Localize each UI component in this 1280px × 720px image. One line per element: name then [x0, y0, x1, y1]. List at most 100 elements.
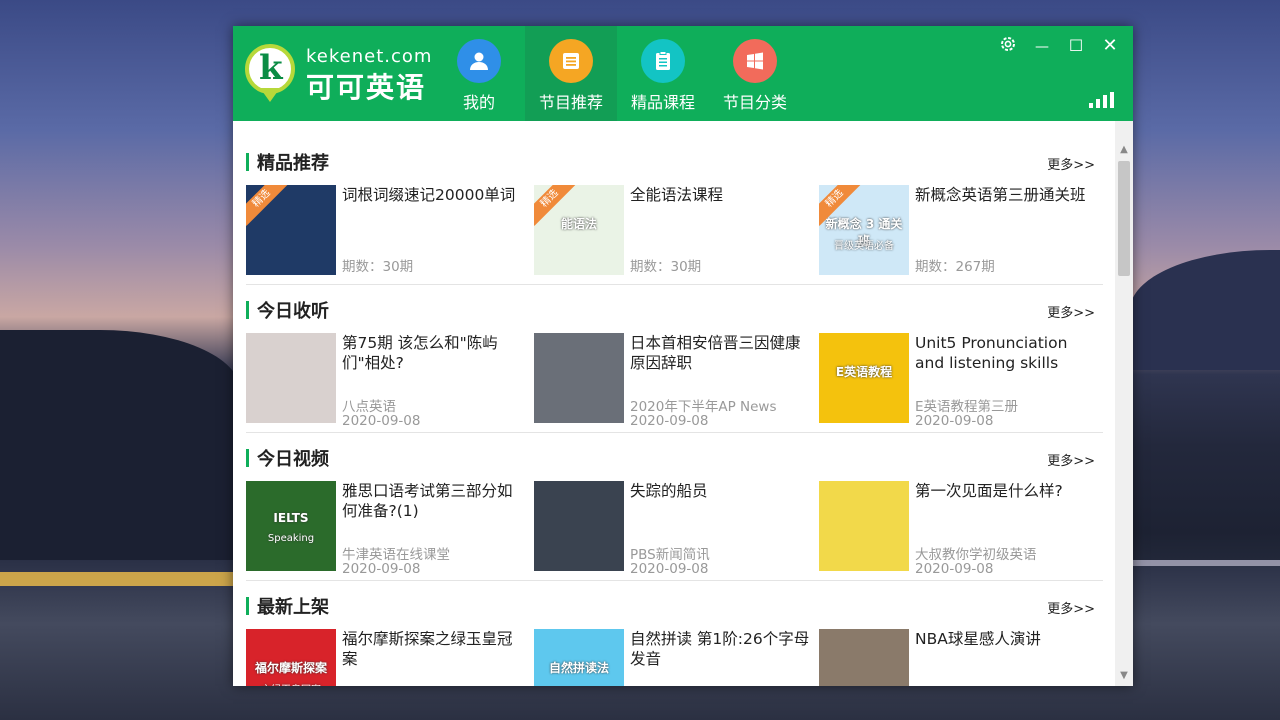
nav-item-courses[interactable]: 精品课程 — [617, 26, 709, 121]
signal-strength-icon — [1089, 92, 1115, 108]
thumbnail-caption: E英语教程 — [835, 365, 893, 379]
program-card[interactable]: 第一次见面是什么样? 大叔教你学初级英语 2020-09-08 — [819, 481, 1099, 577]
program-title: 词根词缀速记20000单词 — [342, 186, 516, 204]
desktop-sunset-reflection — [1133, 560, 1280, 566]
desktop-hill — [1130, 250, 1280, 370]
program-title: Unit5 Pronunciation and listening skills — [915, 334, 1068, 372]
scrollbar[interactable]: ▲ ▼ — [1115, 121, 1133, 686]
main-nav: 我的 节目推荐 精品课程 节目分类 — [433, 26, 801, 121]
program-source: 八点英语 — [342, 399, 396, 415]
program-title: 日本首相安倍晋三因健康原因辞职 — [630, 334, 801, 372]
program-source: 2020年下半年AP News — [630, 399, 777, 415]
scroll-up-arrow[interactable]: ▲ — [1115, 143, 1133, 157]
section-divider — [246, 284, 1103, 285]
program-card[interactable]: 能语法 精选 全能语法课程 期数：30期 — [534, 185, 814, 275]
episode-count: 期数：30期 — [630, 259, 702, 275]
more-link[interactable]: 更多>> — [1047, 154, 1095, 173]
section-accent-bar — [246, 597, 249, 615]
brand-domain: kekenet.com — [306, 46, 433, 67]
section-title: 精品推荐 — [257, 153, 329, 174]
program-title: 自然拼读 第1阶:26个字母发音 — [630, 630, 810, 668]
scroll-down-arrow[interactable]: ▼ — [1115, 669, 1133, 683]
section-header: 最新上架 更多>> — [246, 591, 1103, 621]
kekenet-logo: k — [245, 44, 297, 102]
section: 精品推荐 更多>> 精选 词根词缀速记20000单词期数：30期 能语法 精选 全能语法课程… — [246, 147, 1103, 295]
program-card[interactable]: 新概念 3 通关班 晋级英语必备 精选 新概念英语第三册通关班 期数：267期 — [819, 185, 1099, 275]
section-accent-bar — [246, 153, 249, 171]
desktop-sunset-reflection — [0, 572, 240, 586]
gear-icon — [1001, 37, 1015, 51]
program-thumbnail — [819, 481, 909, 571]
program-card[interactable]: 自然拼读法 自然拼读 第1阶:26个字母发音 — [534, 629, 814, 686]
program-card[interactable]: NBA球星感人演讲 — [819, 629, 1099, 686]
program-thumbnail — [534, 481, 624, 571]
app-window: k kekenet.com 可可英语 我的 节目推荐 精品课程 节目分类 — ☐… — [233, 26, 1133, 686]
program-card[interactable]: 第75期 该怎么和"陈屿们"相处? 八点英语 2020-09-08 — [246, 333, 526, 429]
section-title: 最新上架 — [257, 597, 329, 618]
section-divider — [246, 580, 1103, 581]
maximize-icon: ☐ — [1068, 36, 1084, 55]
program-thumbnail: 精选 — [246, 185, 336, 275]
program-card[interactable]: 失踪的船员 PBS新闻简讯 2020-09-08 — [534, 481, 814, 577]
minimize-icon: — — [1035, 39, 1049, 55]
program-date: 2020-09-08 — [915, 413, 994, 429]
program-date: 2020-09-08 — [630, 561, 709, 577]
program-card[interactable]: 精选 词根词缀速记20000单词 期数：30期 — [246, 185, 526, 275]
desktop-hill — [0, 330, 240, 590]
program-source: PBS新闻简讯 — [630, 547, 710, 563]
more-link[interactable]: 更多>> — [1047, 302, 1095, 321]
settings-button[interactable] — [995, 34, 1021, 58]
section-header: 今日视频 更多>> — [246, 443, 1103, 473]
minimize-button[interactable]: — — [1029, 34, 1055, 58]
section: 最新上架更多>>福尔摩斯探案之绿玉皇冠案福尔摩斯探案之绿玉皇冠案自然拼读法自然拼… — [246, 591, 1103, 686]
titlebar: k kekenet.com 可可英语 我的 节目推荐 精品课程 节目分类 — ☐… — [233, 26, 1133, 121]
program-date: 2020-09-08 — [342, 561, 421, 577]
featured-badge: 精选 — [246, 185, 289, 226]
program-title: NBA球星感人演讲 — [915, 630, 1041, 648]
nav-item-categories[interactable]: 节目分类 — [709, 26, 801, 121]
more-link[interactable]: 更多>> — [1047, 598, 1095, 617]
section: 今日视频 更多>> IELTS Speaking 雅思口语考试第三部分如何准备?(1) 牛… — [246, 443, 1103, 591]
more-link[interactable]: 更多>> — [1047, 450, 1095, 469]
section: 今日收听 更多>> 第75期 该怎么和"陈屿们"相处? 八点英语 2020-09-08 日… — [246, 295, 1103, 443]
program-date: 2020-09-08 — [342, 413, 421, 429]
list-icon — [549, 39, 593, 83]
program-card[interactable]: E英语教程 Unit5 Pronunciation and listening s… — [819, 333, 1099, 429]
thumbnail-caption: 福尔摩斯探案 — [254, 661, 327, 675]
program-thumbnail — [534, 333, 624, 423]
section-header: 今日收听 更多>> — [246, 295, 1103, 325]
logo-k-letter: k — [259, 48, 283, 88]
section-title: 今日视频 — [257, 449, 329, 470]
windows-grid-icon — [733, 39, 777, 83]
section-header: 精品推荐 更多>> — [246, 147, 1103, 177]
section-divider — [246, 432, 1103, 433]
logo-circle: k — [245, 44, 295, 94]
program-title: 新概念英语第三册通关班 — [915, 186, 1086, 204]
nav-label: 节目推荐 — [538, 93, 603, 112]
program-source: 牛津英语在线课堂 — [342, 547, 450, 563]
program-title: 第75期 该怎么和"陈屿们"相处? — [342, 334, 498, 372]
program-thumbnail: IELTS Speaking — [246, 481, 336, 571]
maximize-button[interactable]: ☐ — [1063, 34, 1089, 58]
thumbnail-caption: 能语法 — [560, 217, 597, 231]
user-icon — [457, 39, 501, 83]
program-date: 2020-09-08 — [630, 413, 709, 429]
thumbnail-caption: 自然拼读法 — [548, 661, 609, 675]
program-source: E英语教程第三册 — [915, 399, 1019, 415]
program-card[interactable]: 福尔摩斯探案之绿玉皇冠案福尔摩斯探案之绿玉皇冠案 — [246, 629, 526, 686]
close-button[interactable]: ✕ — [1097, 34, 1123, 58]
program-thumbnail: E英语教程 — [819, 333, 909, 423]
nav-item-recommend[interactable]: 节目推荐 — [525, 26, 617, 121]
thumbnail-caption: IELTS — [273, 511, 309, 525]
content-area: 精品推荐 更多>> 精选 词根词缀速记20000单词 期数：30期 能语法 精选 全能语法课程… — [233, 121, 1115, 686]
thumbnail-subcaption: Speaking — [267, 533, 315, 544]
section-accent-bar — [246, 301, 249, 319]
section-accent-bar — [246, 449, 249, 467]
brand-name: 可可英语 — [306, 71, 427, 104]
program-card[interactable]: IELTS Speaking 雅思口语考试第三部分如何准备?(1) 牛津英语在线课堂 2… — [246, 481, 526, 577]
section-title: 今日收听 — [257, 301, 329, 322]
program-card[interactable]: 日本首相安倍晋三因健康原因辞职 2020年下半年AP News 2020-09-08 — [534, 333, 814, 429]
scroll-thumb[interactable] — [1118, 161, 1130, 276]
nav-item-mine[interactable]: 我的 — [433, 26, 525, 121]
thumbnail-subcaption: 晋级英语必备 — [834, 241, 894, 252]
